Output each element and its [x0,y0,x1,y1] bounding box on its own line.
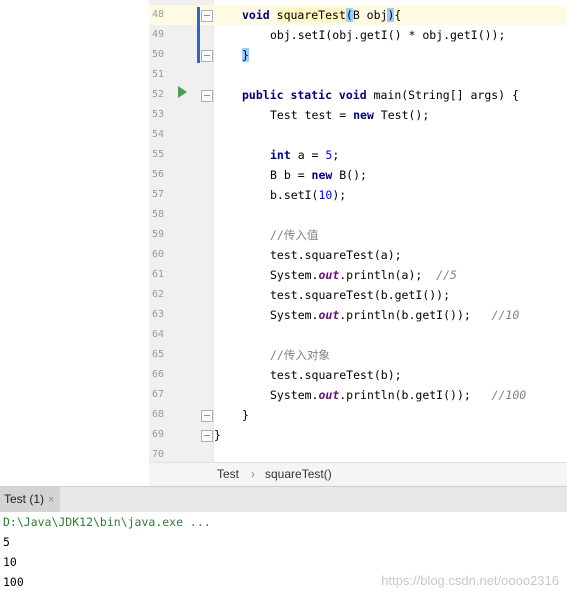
line-number: 67 [152,389,165,400]
code-line-59: //传入值 [270,228,319,242]
run-tab-label: Test (1) [4,492,45,506]
line-number: 66 [152,369,165,380]
code-line-50: } [242,48,249,62]
line-number: 51 [152,69,165,80]
line-number: 69 [152,429,165,440]
line-number: 62 [152,289,165,300]
code-line-48: void squareTest(B obj){ [242,8,402,22]
code-line-66: test.squareTest(b); [270,368,402,382]
code-line-65: //传入对象 [270,348,330,362]
line-number: 61 [152,269,165,280]
breadcrumb-method[interactable]: squareTest() [265,467,332,481]
console-output[interactable]: D:\Java\JDK12\bin\java.exe ... 5 10 100 [0,512,567,602]
line-number: 53 [152,109,165,120]
line-number: 60 [152,249,165,260]
line-number: 65 [152,349,165,360]
code-line-53: Test test = new Test(); [270,108,430,122]
fold-icon[interactable] [201,410,213,422]
line-number: 63 [152,309,165,320]
project-pane [0,0,149,486]
code-line-67: System.out.println(b.getI()); //100 [270,388,527,402]
fold-icon[interactable] [201,430,213,442]
line-number: 50 [152,49,165,60]
code-line-68: } [242,408,249,422]
line-number: 59 [152,229,165,240]
code-line-49: obj.setI(obj.getI() * obj.getI()); [270,28,506,42]
line-number: 68 [152,409,165,420]
console-line: 5 [3,535,10,549]
run-tab[interactable]: Test (1) × [0,487,61,512]
run-tab-bar: Test (1) × [0,486,567,513]
breadcrumb: Test › squareTest() [149,462,567,487]
code-line-56: B b = new B(); [270,168,367,182]
watermark: https://blog.csdn.net/oooo2316 [381,573,559,588]
code-line-55: int a = 5; [270,148,340,162]
console-line: 100 [3,575,24,589]
code-line-61: System.out.println(a); //5 [270,268,457,282]
line-number: 55 [152,149,165,160]
breadcrumb-separator: › [251,467,255,481]
code-line-62: test.squareTest(b.getI()); [270,288,451,302]
console-line: 10 [3,555,17,569]
fold-icon[interactable] [201,90,213,102]
line-number: 64 [152,329,165,340]
line-number: 56 [152,169,165,180]
line-number: 57 [152,189,165,200]
line-number: 48 [152,9,165,20]
line-number: 49 [152,29,165,40]
console-command: D:\Java\JDK12\bin\java.exe ... [3,515,211,529]
close-icon[interactable]: × [48,494,54,506]
code-line-69: } [214,428,221,442]
code-line-60: test.squareTest(a); [270,248,402,262]
run-icon[interactable] [178,86,187,98]
method-scope-marker [197,7,200,63]
fold-icon[interactable] [201,10,213,22]
code-line-63: System.out.println(b.getI()); //10 [270,308,520,322]
code-line-57: b.setI(10); [270,188,347,202]
line-number: 52 [152,89,165,100]
fold-icon[interactable] [201,50,213,62]
breadcrumb-class[interactable]: Test [217,467,239,481]
code-line-52: public static void main(String[] args) { [242,88,519,102]
line-number: 58 [152,209,165,220]
line-number: 54 [152,129,165,140]
